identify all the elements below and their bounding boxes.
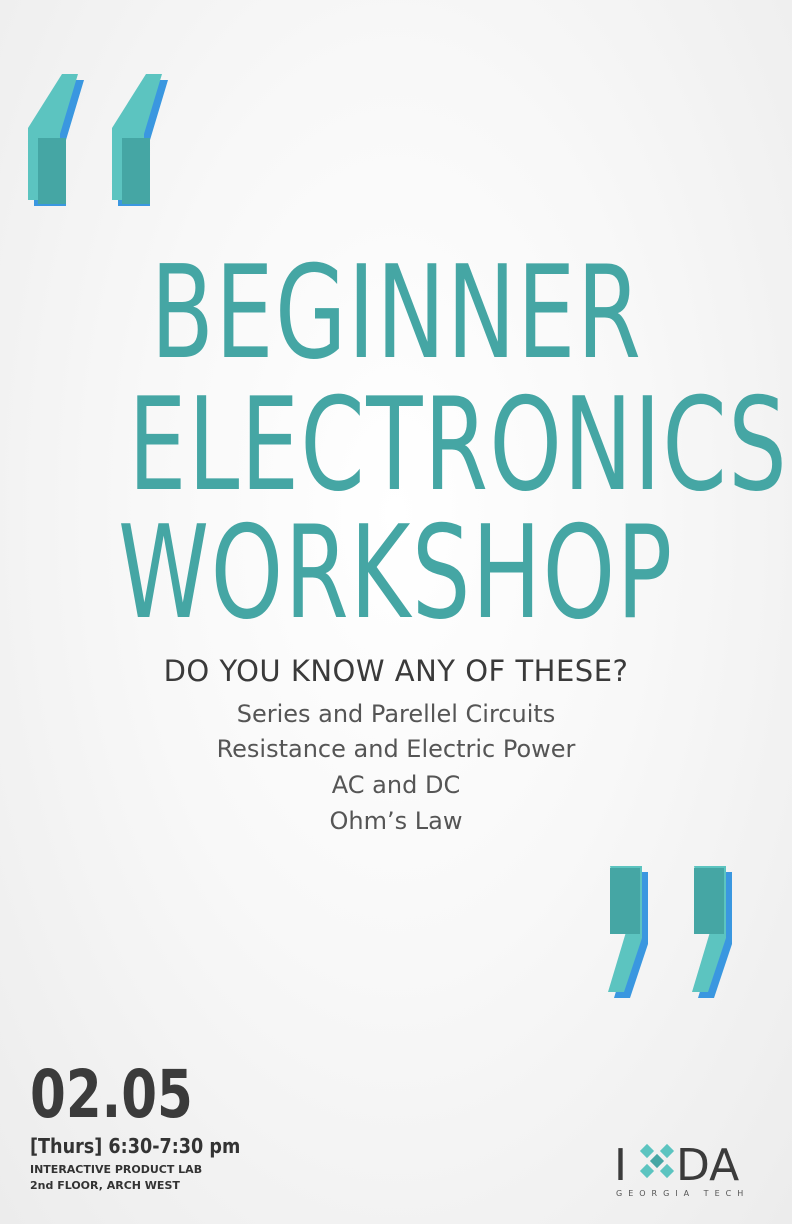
- topic-item: AC and DC: [331, 771, 461, 799]
- question-heading: DO YOU KNOW ANY OF THESE?: [163, 654, 629, 688]
- topic-item: Series and Parellel Circuits: [236, 700, 556, 728]
- event-time: [Thurs] 6:30-7:30 pm: [30, 1134, 241, 1158]
- logo-letter-i: I: [614, 1140, 627, 1191]
- ixda-logo: I DA GEORGIA TECH: [614, 1140, 749, 1198]
- logo-letters-da: DA: [676, 1140, 739, 1191]
- event-location-line-1: INTERACTIVE PRODUCT LAB: [30, 1163, 203, 1176]
- title-line-3: WORKSHOP: [118, 499, 674, 648]
- logo-subtitle: GEORGIA TECH: [616, 1189, 749, 1198]
- event-date: 02.05: [30, 1056, 193, 1133]
- topic-item: Ohm’s Law: [329, 807, 463, 835]
- title-line-1: BEGINNER: [150, 239, 642, 388]
- event-location-line-2: 2nd FLOOR, ARCH WEST: [30, 1179, 180, 1192]
- logo-x-mark-icon: [639, 1143, 675, 1179]
- topic-item: Resistance and Electric Power: [216, 735, 576, 763]
- open-quote-icon: [28, 74, 168, 206]
- close-quote-icon: [608, 866, 732, 998]
- title-line-2: ELECTRONICS: [128, 371, 789, 520]
